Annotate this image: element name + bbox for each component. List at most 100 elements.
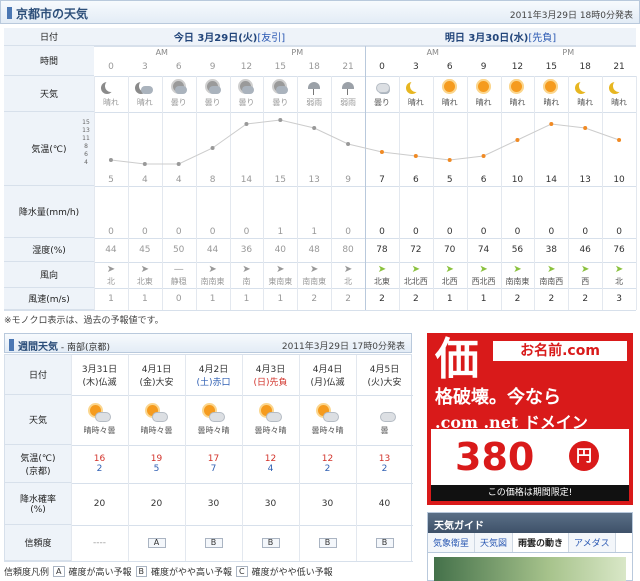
- weekly-pop: 20: [93, 499, 106, 509]
- weekly-date: 3月31日 (木)仏滅: [71, 355, 128, 395]
- ad-price: 380: [455, 435, 535, 479]
- reliability-badge: B: [204, 538, 223, 548]
- label-text: 日付: [28, 371, 47, 381]
- temp-high: 16: [93, 454, 106, 464]
- temperature-point: [515, 138, 520, 142]
- temp-low: 5: [153, 464, 160, 474]
- guide-tabs: 気象衛星 天気図 雨雲の動き アメダス: [428, 533, 632, 553]
- weekly-marker: [9, 339, 14, 351]
- legend-b-text: 確度がやや高い予報: [151, 568, 233, 578]
- temperature-point: [346, 142, 351, 146]
- weekly-pop: 40: [378, 499, 391, 509]
- temp-high: 13: [378, 454, 391, 464]
- temp-low: 4: [267, 464, 274, 474]
- reliability-badge: ----: [93, 538, 106, 548]
- weekly-temp: 19 5: [128, 445, 185, 483]
- temp-high: 17: [207, 454, 220, 464]
- legend-title: 信頼度凡例: [4, 568, 50, 578]
- date-text: 4月4日: [312, 365, 343, 375]
- weekly-temp: 12 2: [299, 445, 356, 483]
- weekly-date: 4月3日 (日)先負: [242, 355, 299, 395]
- temp-low: 2: [324, 464, 331, 474]
- weekly-weather: 曇時々晴: [242, 395, 299, 445]
- tab-rain-radar[interactable]: 雨雲の動き: [513, 533, 570, 552]
- weekly-weather: 曇: [356, 395, 413, 445]
- weekly-reliability: B: [299, 525, 356, 561]
- temperature-chart: [108, 118, 622, 166]
- temp-low: 2: [96, 464, 103, 474]
- temperature-point: [176, 162, 181, 166]
- temperature-point: [413, 154, 418, 158]
- weekly-region: - 南部(京都): [58, 343, 110, 353]
- legend-a-badge: A: [53, 566, 65, 577]
- weekly-date: 4月4日 (月)仏滅: [299, 355, 356, 395]
- temp-low: 7: [210, 464, 217, 474]
- weather-guide: 天気ガイド 気象衛星 天気図 雨雲の動き アメダス: [427, 512, 633, 581]
- label-sub: (%): [30, 505, 46, 515]
- dow-text: (木)仏滅: [82, 378, 117, 388]
- reliability-badge: A: [147, 538, 166, 548]
- issued-time: 2011年3月29日 18時0分発表: [509, 11, 633, 21]
- dow-text: (火)大安: [367, 378, 402, 388]
- weather-name: 晴時々曇: [140, 426, 173, 435]
- weekly-row-label-reliability: 信頼度: [5, 525, 71, 561]
- ad-footer: この価格は期間限定!: [431, 485, 629, 501]
- dow-text: (金)大安: [139, 378, 174, 388]
- weekly-row-label-temp: 気温(℃) (京都): [5, 445, 71, 483]
- sun-cloud-icon: [87, 404, 113, 424]
- page-title: 京都市の天気: [7, 5, 88, 22]
- weekly-row-label-date: 日付: [5, 355, 71, 395]
- temperature-point: [108, 158, 113, 162]
- weekly-reliability: B: [242, 525, 299, 561]
- date-text: 3月31日: [81, 365, 118, 375]
- guide-preview-image[interactable]: [434, 557, 626, 581]
- legend-b-badge: B: [135, 566, 148, 577]
- weekly-row-label-precip: 降水確率 (%): [5, 483, 71, 525]
- tab-weather-map[interactable]: 天気図: [475, 533, 514, 552]
- temp-high: 12: [321, 454, 334, 464]
- reliability-legend: 信頼度凡例 A 確度が高い予報 B 確度がやや高い予報 C 確度がやや低い予報: [4, 562, 412, 581]
- label-sub: (京都): [25, 466, 51, 477]
- label-text: 天気: [28, 416, 47, 426]
- temperature-point: [142, 162, 147, 166]
- temperature-point: [481, 154, 486, 158]
- reliability-badge: B: [261, 538, 280, 548]
- weekly-date: 4月1日 (金)大安: [128, 355, 185, 395]
- weather-name: 曇時々晴: [311, 426, 344, 435]
- label-text: 信頼度: [24, 539, 52, 549]
- weather-name: 曇時々晴: [197, 426, 230, 435]
- temp-low: 2: [381, 464, 388, 474]
- hourly-forecast-table: 日付 時間 天気 気温(℃) 降水量(mm/h) 湿度(%) 風向 風速(m/s) 今日 3月2…: [4, 28, 637, 311]
- tab-amedas[interactable]: アメダス: [569, 533, 616, 552]
- column-divider: [636, 76, 637, 310]
- date-text: 4月3日: [255, 365, 286, 375]
- weekly-date: 4月5日 (火)大安: [356, 355, 413, 395]
- weekly-title-text: 週間天気: [18, 342, 58, 353]
- cloud-icon: [372, 404, 398, 424]
- guide-title: 天気ガイド: [428, 513, 632, 533]
- weekly-date: 4月2日 (土)赤口: [185, 355, 242, 395]
- weather-name: 曇: [380, 426, 389, 435]
- dow-text: (土)赤口: [196, 378, 231, 388]
- dow-text: (月)仏滅: [310, 378, 345, 388]
- weekly-reliability: ----: [71, 525, 128, 561]
- weekly-weather: 曇時々晴: [299, 395, 356, 445]
- label-text: 気温(℃): [20, 453, 56, 464]
- domain-ad-banner[interactable]: 価 お名前.com 格破壊。今なら .com .net ドメイン 380 円 こ…: [427, 333, 633, 505]
- tab-satellite[interactable]: 気象衛星: [428, 533, 476, 552]
- legend-c-text: 確度がやや低い予報: [251, 568, 333, 578]
- weekly-weather: 晴時々曇: [128, 395, 185, 445]
- weather-name: 曇時々晴: [254, 426, 287, 435]
- weekly-title: 週間天気 - 南部(京都): [9, 338, 110, 353]
- title-marker: [7, 7, 12, 19]
- temperature-point: [379, 150, 384, 154]
- past-note: ※モノクロ表示は、過去の予報値です。: [4, 316, 164, 326]
- temperature-point: [312, 126, 317, 130]
- weekly-pop: 20: [150, 499, 163, 509]
- weekly-row-label-weather: 天気: [5, 395, 71, 445]
- temp-high: 19: [150, 454, 163, 464]
- weekly-weather: 晴時々曇: [71, 395, 128, 445]
- weather-name: 晴時々曇: [83, 426, 116, 435]
- weekly-temp: 12 4: [242, 445, 299, 483]
- temperature-point: [278, 118, 283, 122]
